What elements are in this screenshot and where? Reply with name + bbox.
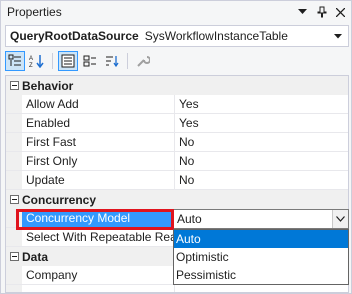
auto-hide-button[interactable] bbox=[313, 4, 330, 20]
toolbar: A Z bbox=[5, 49, 153, 73]
property-row bbox=[6, 285, 348, 292]
chevron-down-icon bbox=[336, 216, 345, 222]
property-name: First Fast bbox=[22, 133, 175, 151]
window-position-button[interactable] bbox=[294, 4, 311, 20]
combo-dropdown-button[interactable] bbox=[332, 210, 348, 228]
object-selector[interactable]: QueryRootDataSource SysWorkflowInstanceT… bbox=[5, 25, 349, 47]
properties-window: Properties QueryRootDataSource SysWorkfl… bbox=[0, 0, 352, 294]
property-name: Company bbox=[22, 266, 175, 284]
dropdown-option-optimistic[interactable]: Optimistic bbox=[174, 248, 348, 266]
properties-button[interactable] bbox=[58, 51, 78, 71]
property-row[interactable]: Allow Add Yes bbox=[6, 95, 348, 114]
object-selector-arrow[interactable] bbox=[331, 29, 345, 43]
property-value[interactable]: No bbox=[175, 133, 348, 151]
property-value[interactable]: Yes bbox=[175, 95, 348, 113]
category-label: Concurrency bbox=[22, 192, 97, 207]
property-name: Update bbox=[22, 171, 175, 189]
sort-button[interactable] bbox=[102, 51, 122, 71]
property-name: First Only bbox=[22, 152, 175, 170]
close-button[interactable] bbox=[332, 4, 349, 20]
collapse-icon[interactable] bbox=[9, 252, 19, 261]
svg-text:Z: Z bbox=[29, 63, 33, 68]
object-type: SysWorkflowInstanceTable bbox=[144, 29, 288, 43]
pin-icon bbox=[317, 6, 326, 18]
concurrency-model-combo[interactable]: Auto bbox=[173, 209, 349, 229]
property-row[interactable]: Update No bbox=[6, 171, 348, 190]
property-row[interactable]: First Fast No bbox=[6, 133, 348, 152]
alphabetical-button[interactable]: A Z bbox=[27, 51, 47, 71]
alphabetical-icon: A Z bbox=[29, 55, 44, 68]
categorized-button[interactable] bbox=[5, 51, 25, 71]
property-row[interactable]: First Only No bbox=[6, 152, 348, 171]
collapse-icon[interactable] bbox=[9, 195, 19, 204]
combo-value: Auto bbox=[177, 212, 202, 226]
window-title: Properties bbox=[7, 5, 62, 19]
properties-icon bbox=[61, 54, 75, 68]
dropdown-option-pessimistic[interactable]: Pessimistic bbox=[174, 266, 348, 284]
categorized-icon bbox=[8, 54, 21, 66]
property-value[interactable]: Yes bbox=[175, 114, 348, 132]
category-behavior[interactable]: Behavior bbox=[6, 76, 348, 95]
category-label: Behavior bbox=[22, 78, 74, 93]
wrench-icon bbox=[137, 56, 150, 67]
concurrency-model-dropdown[interactable]: Auto Optimistic Pessimistic bbox=[173, 229, 349, 285]
close-icon bbox=[336, 7, 345, 17]
property-row[interactable]: Enabled Yes bbox=[6, 114, 348, 133]
events-button[interactable] bbox=[80, 51, 100, 71]
object-name: QueryRootDataSource bbox=[10, 29, 139, 43]
toolbar-separator bbox=[52, 53, 53, 69]
property-name: Allow Add bbox=[22, 95, 175, 113]
title-bar: Properties bbox=[1, 1, 351, 23]
toolbar-separator bbox=[127, 53, 128, 69]
collapse-icon[interactable] bbox=[9, 81, 19, 90]
property-name: Concurrency Model bbox=[22, 209, 175, 227]
property-name: Select With Repeatable Read bbox=[22, 228, 175, 246]
dropdown-option-auto[interactable]: Auto bbox=[174, 230, 348, 248]
category-label: Data bbox=[22, 249, 49, 264]
property-pages-button[interactable] bbox=[133, 51, 153, 71]
chevron-down-icon bbox=[334, 33, 342, 38]
svg-text:A: A bbox=[29, 56, 33, 62]
category-concurrency[interactable]: Concurrency bbox=[6, 190, 348, 209]
sort-icon bbox=[106, 56, 119, 68]
chevron-down-icon bbox=[298, 9, 307, 14]
property-name: Enabled bbox=[22, 114, 175, 132]
title-buttons bbox=[294, 4, 349, 20]
property-value[interactable]: No bbox=[175, 171, 348, 189]
events-icon bbox=[83, 55, 96, 67]
property-value[interactable]: No bbox=[175, 152, 348, 170]
